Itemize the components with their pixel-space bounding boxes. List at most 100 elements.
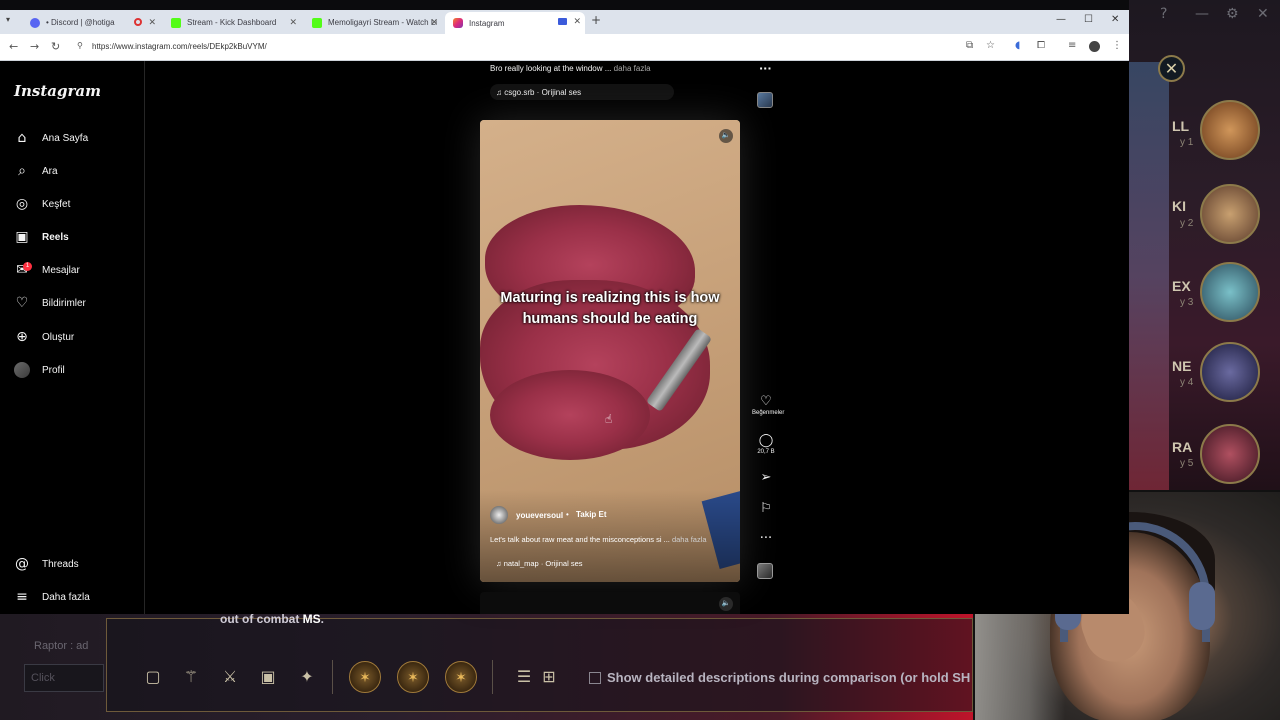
install-app-icon[interactable]: ⧉ [966, 40, 973, 51]
rune-orb-icon[interactable]: ✶ [349, 661, 381, 693]
window-maximize-icon[interactable]: ☐ [1084, 14, 1093, 25]
close-icon[interactable]: ✕ [148, 17, 156, 28]
champion-portrait[interactable] [1200, 184, 1260, 244]
game-close-button[interactable]: ✕ [1158, 55, 1185, 82]
threads-icon: @ [15, 556, 29, 572]
share-button[interactable]: ➢ [752, 471, 780, 485]
sidebar-item-explore[interactable]: ◎ Keşfet [13, 194, 70, 214]
sidebar-item-label: Reels [42, 231, 69, 243]
sidebar-item-label: Ara [42, 165, 58, 177]
close-icon[interactable]: ✕ [573, 16, 581, 27]
game-chat-input[interactable]: Click [24, 664, 104, 692]
champion-portrait[interactable] [1200, 100, 1260, 160]
avatar [14, 362, 30, 378]
list-view-icon[interactable]: ☰ [515, 668, 533, 686]
reel-caption[interactable]: Let's talk about raw meat and the miscon… [490, 535, 730, 544]
champion-label: RA [1172, 439, 1193, 455]
back-icon[interactable]: ← [9, 40, 18, 53]
audio-thumbnail[interactable] [757, 92, 773, 108]
tab-title: • Discord | @hotiga [46, 18, 115, 27]
forward-icon[interactable]: → [30, 40, 39, 53]
save-button[interactable]: ⚐ [752, 502, 780, 516]
sidebar-item-more[interactable]: ≡ Daha fazla [13, 587, 90, 607]
champion-portrait[interactable] [1200, 262, 1260, 322]
tab-search-icon[interactable]: ▾ [6, 15, 10, 24]
heart-icon: ♡ [760, 394, 772, 409]
champion-sub: y 5 [1180, 458, 1194, 469]
close-icon[interactable]: ✕ [430, 17, 438, 28]
follow-button[interactable]: Takip Et [576, 510, 607, 519]
audio-thumbnail[interactable] [757, 563, 773, 579]
recording-icon [134, 18, 142, 26]
volume-icon[interactable]: 🔈 [719, 129, 733, 143]
sidebar-item-home[interactable]: ⌂ Ana Sayfa [13, 128, 89, 148]
settings-icon[interactable]: ⚙ [1226, 6, 1239, 22]
more-options-icon[interactable]: ··· [759, 62, 772, 75]
tab-instagram[interactable]: Instagram ✕ [445, 12, 585, 34]
grid-view-icon[interactable]: ⊞ [540, 668, 558, 686]
window-close-icon[interactable]: ✕ [1111, 14, 1119, 25]
more-options-button[interactable]: ··· [752, 532, 780, 546]
volume-icon[interactable]: 🔈 [719, 597, 733, 611]
tab-kick-dashboard[interactable]: Stream - Kick Dashboard ✕ [163, 13, 301, 32]
rune-orb-icon[interactable]: ✶ [445, 661, 477, 693]
sidebar-item-profile[interactable]: Profil [13, 360, 65, 380]
sidebar-item-label: Oluştur [42, 331, 75, 343]
sidebar-item-create[interactable]: ⊕ Oluştur [13, 327, 74, 347]
comment-icon: ◯ [758, 433, 774, 448]
comment-button[interactable]: ◯ 20,7 B [752, 433, 780, 456]
discord-icon [30, 17, 40, 28]
heart-icon: ♡ [15, 295, 29, 311]
close-icon[interactable]: ✕ [289, 17, 297, 28]
attack-filter-icon[interactable]: ⚚ [182, 668, 200, 686]
cast-icon [558, 18, 567, 25]
reel-video[interactable]: Maturing is realizing this is how humans… [480, 120, 740, 582]
send-icon: ➢ [760, 470, 772, 485]
video-content [490, 370, 650, 460]
champion-portrait[interactable] [1200, 424, 1260, 484]
reel-audio[interactable]: ♫ natal_map · Orijinal ses [496, 559, 583, 568]
sidebar-item-reels[interactable]: ▣ Reels [13, 227, 69, 247]
bookmark-star-icon[interactable]: ☆ [986, 40, 995, 51]
tab-title: Memoligayri Stream - Watch Li [328, 18, 438, 27]
instagram-logo[interactable]: Instagram [14, 82, 101, 100]
sidebar-item-threads[interactable]: @ Threads [13, 554, 79, 574]
help-icon[interactable]: ? [1160, 6, 1167, 22]
champion-label: KI [1172, 198, 1186, 214]
rune-orb-icon[interactable]: ✶ [397, 661, 429, 693]
champion-label: LL [1172, 118, 1190, 134]
avatar[interactable] [490, 506, 508, 524]
divider [492, 660, 493, 694]
reel-overlay-text: Maturing is realizing this is how humans… [500, 290, 720, 327]
browser-menu-icon[interactable]: ⋮ [1112, 40, 1122, 51]
window-minimize-icon[interactable]: — [1056, 14, 1066, 25]
close-icon[interactable]: ✕ [1257, 6, 1269, 22]
previous-reel-caption[interactable]: Bro really looking at the window ... dah… [490, 64, 651, 73]
site-info-icon[interactable]: ⚲ [77, 41, 83, 50]
tab-kick-stream[interactable]: Memoligayri Stream - Watch Li ✕ [304, 13, 442, 32]
url-field[interactable]: https://www.instagram.com/reels/DEkp2kBu… [92, 42, 267, 51]
sidebar-item-search[interactable]: ⌕ Ara [13, 161, 58, 181]
item-filter-icon[interactable]: ▢ [144, 668, 162, 686]
reel-username[interactable]: youeversoul [516, 511, 563, 520]
like-button[interactable]: ♡ Beğenmeler [752, 394, 785, 417]
extension-icon[interactable]: ◖ [1015, 40, 1020, 51]
detailed-descriptions-label: Show detailed descriptions during compar… [607, 670, 971, 685]
extensions-puzzle-icon[interactable]: ⧠ [1037, 40, 1045, 51]
magic-filter-icon[interactable]: ✦ [298, 668, 316, 686]
sidebar-item-notifications[interactable]: ♡ Bildirimler [13, 293, 86, 313]
minimize-icon[interactable]: — [1195, 6, 1209, 22]
previous-reel-audio[interactable]: ♫ csgo.srb · Orijinal ses [490, 84, 674, 100]
detailed-descriptions-checkbox[interactable] [589, 672, 601, 684]
home-icon: ⌂ [17, 130, 27, 146]
tab-discord[interactable]: • Discord | @hotiga ✕ [22, 13, 160, 32]
profile-avatar-icon[interactable] [1089, 41, 1100, 52]
media-controls-icon[interactable]: ≡ [1068, 40, 1076, 51]
like-label: Beğenmeler [752, 410, 785, 416]
new-tab-button[interactable]: + [591, 13, 601, 27]
armor-filter-icon[interactable]: ▣ [259, 668, 277, 686]
next-reel-preview[interactable] [480, 592, 740, 614]
reload-icon[interactable]: ↻ [51, 40, 60, 53]
champion-portrait[interactable] [1200, 342, 1260, 402]
sword-filter-icon[interactable]: ⚔ [221, 668, 239, 686]
